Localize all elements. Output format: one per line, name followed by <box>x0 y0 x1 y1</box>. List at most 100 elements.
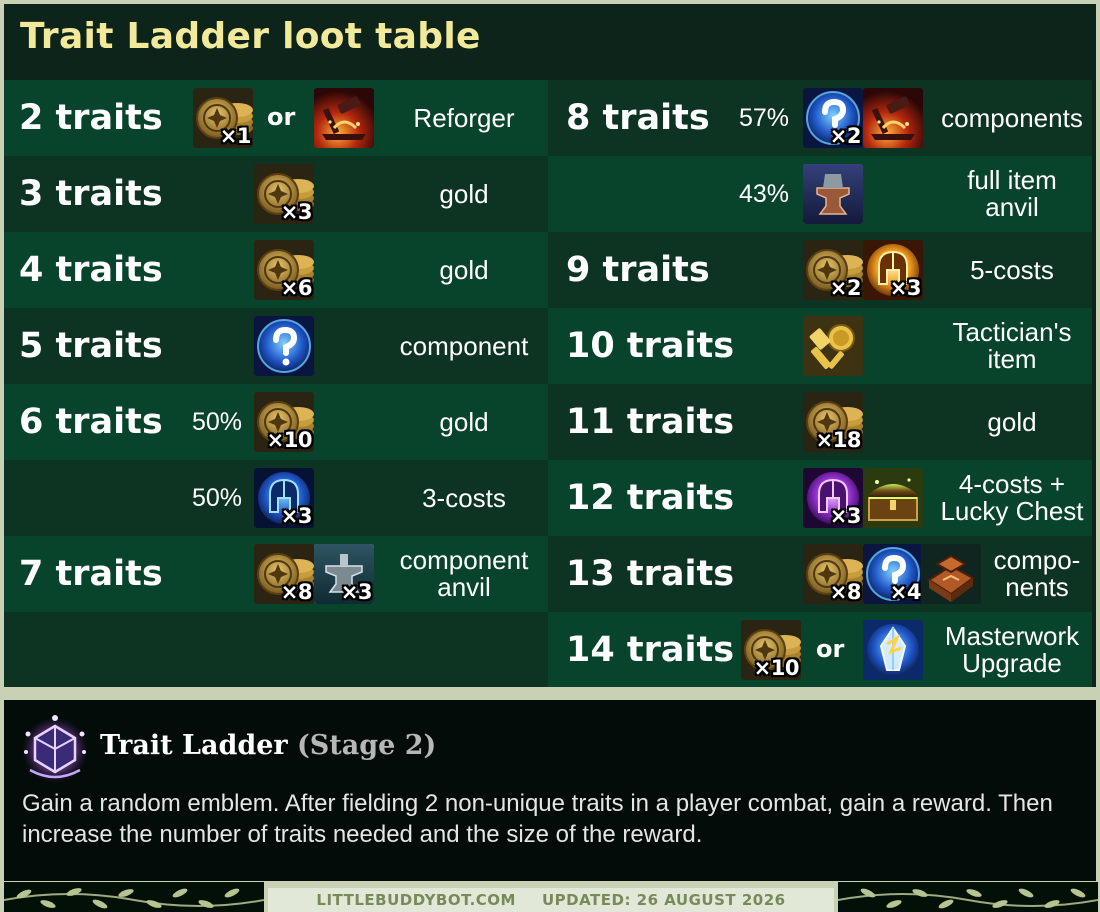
reward-label: compo- nents <box>993 545 1081 602</box>
probability-label: 57% <box>739 104 790 132</box>
reward-label: Tactician's item <box>952 317 1072 374</box>
component-icon: ×2 <box>803 88 863 148</box>
quantity-label: ×3 <box>829 504 862 528</box>
quantity-label: ×3 <box>280 200 313 224</box>
loot-row: 10 traits Tactician's item <box>548 308 1092 384</box>
loot-row: 14 traits ×10 or Masterwork Upgrade <box>548 612 1092 687</box>
footer-updated-date: UPDATED: 26 AUGUST 2026 <box>541 891 786 909</box>
component-icon: ×4 <box>863 544 923 604</box>
gold-coin-icon: ×1 <box>193 88 253 148</box>
component-bundle-icon <box>921 544 981 604</box>
trait-count: 12 traits <box>566 478 735 518</box>
gold-coin-icon: ×10 <box>741 620 801 680</box>
trait-count: 7 traits <box>19 554 163 594</box>
or-label: or <box>816 635 845 663</box>
reward-label: Reforger <box>413 102 515 133</box>
loot-row-empty <box>4 612 548 687</box>
footer-site-link[interactable]: LITTLEBUDDYBOT.COM <box>316 891 516 909</box>
quantity-label: ×6 <box>280 276 313 300</box>
quantity-label: ×10 <box>753 656 800 680</box>
loot-row: 2 traits ×1 or Reforger <box>4 80 548 156</box>
reward-label: gold <box>987 406 1037 437</box>
reward-label: 3-costs <box>422 482 506 513</box>
vine-left-decoration <box>4 882 264 912</box>
trait-count: 9 traits <box>566 250 710 290</box>
gold-coin-icon: ×2 <box>803 240 863 300</box>
reward-label: full item anvil <box>967 165 1057 222</box>
trait-count: 2 traits <box>19 98 163 138</box>
augment-title: Trait Ladder (Stage 2) <box>100 730 436 761</box>
trait-count: 8 traits <box>566 98 710 138</box>
quantity-label: ×8 <box>829 580 862 604</box>
quantity-label: ×3 <box>889 276 922 300</box>
trait-count: 14 traits <box>566 630 735 670</box>
reward-label: Masterwork Upgrade <box>944 621 1080 678</box>
gold-coin-icon: ×6 <box>254 240 314 300</box>
reward-label: components <box>941 102 1083 133</box>
trait-count: 13 traits <box>566 554 735 594</box>
gold-coin-icon: ×8 <box>803 544 863 604</box>
reward-label: 5-costs <box>970 254 1054 285</box>
probability-label: 50% <box>192 408 243 436</box>
loot-row: 7 traits ×8 ×3 component anvil <box>4 536 548 612</box>
loot-row: 8 traits 57% ×2 components <box>548 80 1092 156</box>
champion-5cost-icon: ×3 <box>863 240 923 300</box>
quantity-label: ×3 <box>340 580 373 604</box>
reward-label: gold <box>439 406 489 437</box>
loot-row: 43% full item anvil <box>548 156 1092 232</box>
footer: LITTLEBUDDYBOT.COM UPDATED: 26 AUGUST 202… <box>268 889 834 911</box>
tactician-item-icon <box>803 316 863 376</box>
trait-count: 6 traits <box>19 402 163 442</box>
loot-row: 3 traits ×3 gold <box>4 156 548 232</box>
quantity-label: ×8 <box>280 580 313 604</box>
vine-right-decoration <box>838 882 1098 912</box>
champion-4cost-icon: ×3 <box>803 468 863 528</box>
augment-description-panel: Trait Ladder (Stage 2) Gain a random emb… <box>4 700 1096 881</box>
full-item-anvil-icon <box>803 164 863 224</box>
loot-row: 9 traits ×2 ×3 5-costs <box>548 232 1092 308</box>
or-label: or <box>267 103 296 131</box>
gold-coin-icon: ×8 <box>254 544 314 604</box>
component-anvil-icon: ×3 <box>314 544 374 604</box>
augment-name: Trait Ladder <box>100 730 288 761</box>
quantity-label: ×4 <box>889 580 922 604</box>
reforger-icon <box>314 88 374 148</box>
reward-label: gold <box>439 254 489 285</box>
reward-label: gold <box>439 178 489 209</box>
trait-count: 4 traits <box>19 250 163 290</box>
loot-row: 6 traits 50% ×10 gold <box>4 384 548 460</box>
loot-row: 50% ×3 3-costs <box>4 460 548 536</box>
quantity-label: ×18 <box>815 428 862 452</box>
quantity-label: ×3 <box>280 504 313 528</box>
quantity-label: ×10 <box>266 428 313 452</box>
probability-label: 50% <box>192 484 243 512</box>
trait-ladder-augment-icon <box>20 712 90 782</box>
loot-column-left: 2 traits ×1 or Reforger 3 traits ×3 gold… <box>4 80 548 687</box>
augment-description: Gain a random emblem. After fielding 2 n… <box>22 790 1053 848</box>
quantity-label: ×2 <box>829 276 862 300</box>
reward-label: component <box>399 330 529 361</box>
augment-stage: (Stage 2) <box>297 730 437 761</box>
trait-count: 5 traits <box>19 326 163 366</box>
gold-coin-icon: ×3 <box>254 164 314 224</box>
trait-count: 3 traits <box>19 174 163 214</box>
page-frame: Trait Ladder loot table 2 traits ×1 or R… <box>0 0 1100 912</box>
loot-table-panel: Trait Ladder loot table 2 traits ×1 or R… <box>4 4 1096 687</box>
component-icon <box>254 316 314 376</box>
masterwork-upgrade-icon <box>863 620 923 680</box>
reward-label: 4-costs + Lucky Chest <box>940 469 1084 526</box>
page-title: Trait Ladder loot table <box>20 16 481 57</box>
reward-label: component anvil <box>399 545 529 602</box>
quantity-label: ×2 <box>829 124 862 148</box>
quantity-label: ×1 <box>219 124 252 148</box>
reforger-icon <box>863 88 923 148</box>
lucky-chest-icon <box>863 468 923 528</box>
trait-count: 11 traits <box>566 402 735 442</box>
loot-row: 12 traits ×3 4-costs + Lucky Chest <box>548 460 1092 536</box>
gold-coin-icon: ×18 <box>803 392 863 452</box>
loot-row: 4 traits ×6 gold <box>4 232 548 308</box>
probability-label: 43% <box>739 180 790 208</box>
loot-row: 5 traits component <box>4 308 548 384</box>
gold-coin-icon: ×10 <box>254 392 314 452</box>
champion-3cost-icon: ×3 <box>254 468 314 528</box>
